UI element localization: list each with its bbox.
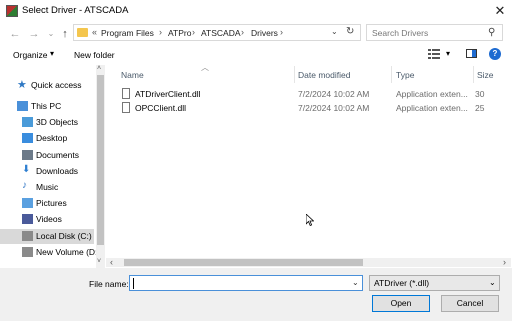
scroll-up-icon[interactable]: ˄ (97, 65, 101, 72)
sidebar-item-label: New Volume (D: (36, 247, 98, 257)
sidebar-item-new-volume-d[interactable]: New Volume (D: (0, 245, 98, 260)
documents-icon (22, 150, 33, 160)
file-name-dropdown-icon[interactable]: ⌄ (352, 278, 359, 287)
view-caret-icon[interactable]: ▾ (446, 49, 450, 58)
file-type-filter[interactable]: ATDriver (*.dll) ⌄ (369, 275, 500, 291)
new-folder-button[interactable]: New folder (74, 50, 115, 60)
drive-icon (22, 231, 33, 241)
file-name-input[interactable] (129, 275, 363, 291)
sidebar-item-videos[interactable]: Videos (0, 212, 94, 227)
sidebar-item-music[interactable]: ♪ Music (0, 180, 94, 195)
file-size-cell: 30 (475, 89, 485, 99)
column-name[interactable]: Name (121, 70, 144, 80)
breadcrumb-atscada[interactable]: ATSCADA (201, 28, 241, 38)
sidebar-item-pictures[interactable]: Pictures (0, 196, 94, 211)
sidebar-item-label: This PC (31, 101, 62, 111)
sidebar-item-downloads[interactable]: ⬇ Downloads (0, 164, 94, 179)
videos-icon (22, 214, 33, 224)
breadcrumb-drivers[interactable]: Drivers (251, 28, 278, 38)
computer-icon (17, 101, 28, 111)
desktop-icon (22, 133, 33, 143)
window-title: Select Driver - ATSCADA (22, 5, 129, 16)
file-size-cell: 25 (475, 103, 485, 113)
help-icon[interactable]: ? (489, 48, 501, 60)
open-button[interactable]: Open (372, 295, 430, 312)
column-divider[interactable] (391, 66, 392, 83)
cancel-button[interactable]: Cancel (441, 295, 499, 312)
address-bar[interactable]: « Program Files › ATPro › ATSCADA › Driv… (73, 24, 361, 41)
sidebar-item-label: Downloads (36, 166, 79, 176)
view-options-icon[interactable] (428, 49, 440, 59)
dll-file-icon (122, 88, 130, 99)
column-type[interactable]: Type (396, 70, 414, 80)
folder-icon (77, 28, 88, 37)
column-date-modified[interactable]: Date modified (298, 70, 350, 80)
sidebar-item-3d-objects[interactable]: 3D Objects (0, 115, 94, 130)
sidebar-item-label: Music (36, 182, 59, 192)
chevron-right-icon[interactable]: › (159, 27, 162, 37)
sidebar-item-label: Videos (36, 214, 62, 224)
file-date-cell: 7/2/2024 10:02 AM (298, 89, 370, 99)
back-icon[interactable]: ← (8, 27, 22, 41)
sort-indicator-icon: ︿ (201, 63, 209, 72)
scroll-right-icon[interactable]: › (503, 257, 506, 267)
file-name-label: File name: (89, 279, 129, 289)
preview-pane-icon[interactable] (466, 49, 477, 58)
file-type-cell: Application exten... (396, 103, 468, 113)
sidebar-item-desktop[interactable]: Desktop (0, 131, 94, 146)
sidebar-item-documents[interactable]: Documents (0, 148, 94, 163)
column-divider[interactable] (294, 66, 295, 83)
overflow-icon[interactable]: « (92, 27, 97, 37)
close-icon[interactable]: ✕ (491, 2, 509, 20)
pictures-icon (22, 198, 33, 208)
sidebar-item-this-pc[interactable]: This PC (0, 99, 94, 114)
sidebar-item-label: Desktop (36, 133, 68, 143)
music-icon: ♪ (22, 180, 27, 191)
address-dropdown-icon[interactable]: ⌄ (331, 27, 338, 36)
dll-file-icon (122, 102, 130, 113)
sidebar-item-local-disk-c[interactable]: Local Disk (C:) (0, 229, 94, 244)
organize-caret-icon[interactable]: ▾ (50, 49, 54, 58)
forward-icon[interactable]: → (27, 27, 41, 41)
nav-scrollbar-thumb[interactable] (97, 75, 104, 245)
search-icon[interactable]: ⚲ (488, 27, 495, 38)
scroll-down-icon[interactable]: ˅ (97, 258, 101, 265)
file-date-cell: 7/2/2024 10:02 AM (298, 103, 370, 113)
sidebar-item-label: Documents (36, 150, 79, 160)
horizontal-scrollbar-thumb[interactable] (124, 259, 363, 266)
file-name-cell: ATDriverClient.dll (135, 89, 201, 99)
file-row[interactable]: OPCClient.dll 7/2/2024 10:02 AM Applicatio… (118, 101, 512, 115)
search-input[interactable]: Search Drivers (372, 28, 428, 38)
mouse-cursor-icon (305, 213, 315, 228)
column-size[interactable]: Size (477, 70, 494, 80)
chevron-down-icon[interactable]: ⌄ (489, 278, 496, 287)
sidebar-item-label: Local Disk (C:) (36, 231, 92, 241)
file-row[interactable]: ATDriverClient.dll 7/2/2024 10:02 AM Appli… (118, 87, 512, 101)
chevron-right-icon[interactable]: › (241, 27, 244, 37)
file-name-cell: OPCClient.dll (135, 103, 187, 113)
file-type-value[interactable]: ATDriver (*.dll) (374, 278, 429, 288)
column-divider[interactable] (473, 66, 474, 83)
chevron-right-icon[interactable]: › (280, 27, 283, 37)
file-type-cell: Application exten... (396, 89, 468, 99)
organize-button[interactable]: Organize (13, 50, 48, 60)
breadcrumb-atpro[interactable]: ATPro (168, 28, 191, 38)
star-icon: ★ (17, 79, 27, 91)
sidebar-item-label: Quick access (31, 80, 82, 90)
chevron-right-icon[interactable]: › (192, 27, 195, 37)
text-cursor (133, 278, 134, 289)
refresh-icon[interactable]: ↻ (346, 26, 354, 37)
recent-locations-icon[interactable]: ⌄ (44, 27, 58, 41)
sidebar-item-label: Pictures (36, 198, 67, 208)
up-icon[interactable]: ↑ (58, 27, 72, 41)
cube-icon (22, 117, 33, 127)
scroll-left-icon[interactable]: ‹ (110, 257, 113, 267)
breadcrumb-program-files[interactable]: Program Files (101, 28, 154, 38)
sidebar-item-quick-access[interactable]: ★ Quick access (0, 78, 94, 93)
search-box[interactable]: Search Drivers ⚲ (366, 24, 503, 41)
app-icon (6, 5, 18, 17)
sidebar-item-label: 3D Objects (36, 117, 79, 127)
download-icon: ⬇ (22, 164, 31, 175)
drive-icon (22, 247, 33, 257)
